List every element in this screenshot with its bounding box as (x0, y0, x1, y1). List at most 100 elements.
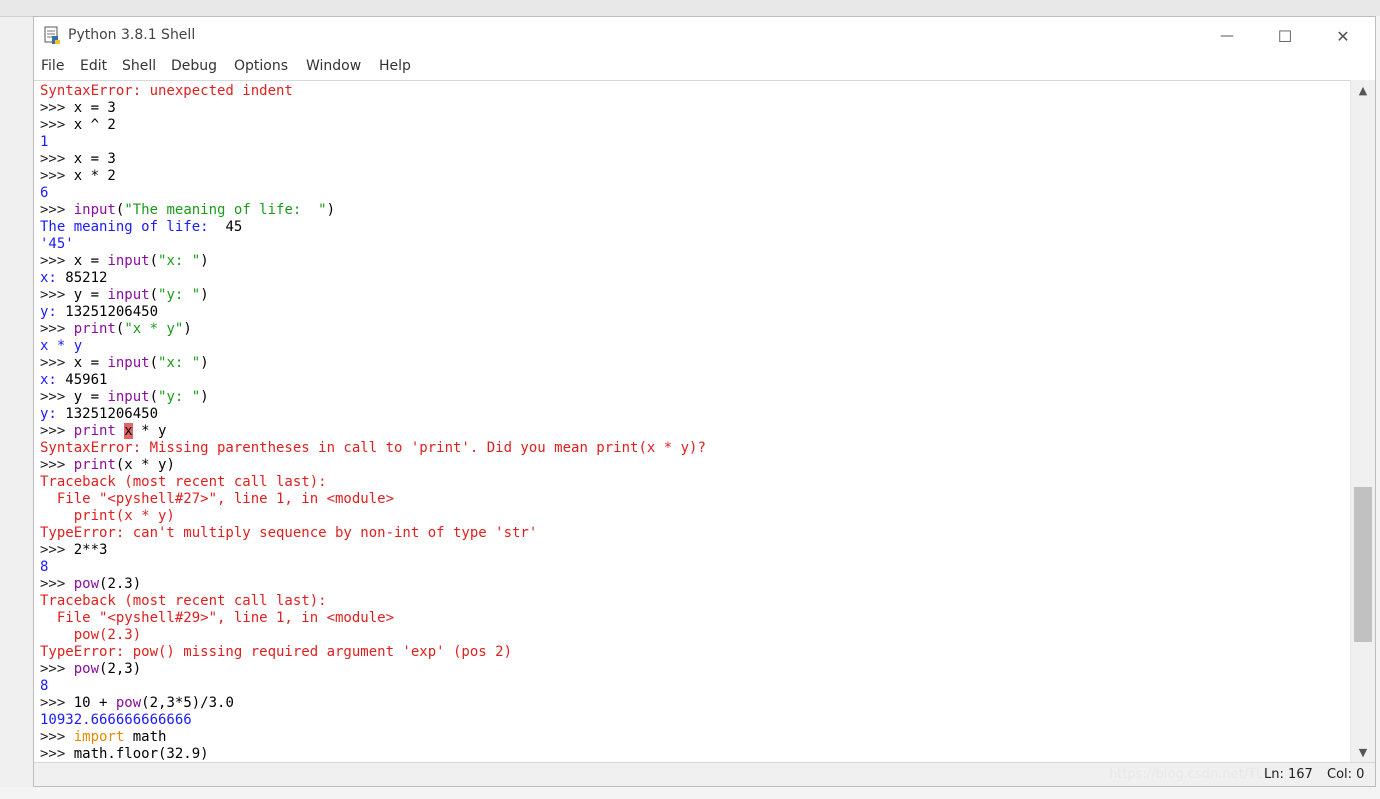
shell-line: 10932.666666666666 (40, 712, 706, 729)
scrollbar-thumb[interactable] (1354, 487, 1372, 642)
menu-debug[interactable]: Debug (171, 58, 217, 74)
shell-text-segment: y = (73, 287, 108, 303)
shell-line: pow(2.3) (40, 627, 706, 644)
shell-prompt: >>> (40, 151, 74, 167)
shell-line: >>> x = 3 (40, 100, 706, 117)
shell-text-area[interactable]: SyntaxError: unexpected indent >>> x = 3 >… (34, 80, 1350, 763)
shell-text-segment: print (73, 423, 125, 439)
shell-text-segment: * y (132, 423, 167, 439)
shell-text-segment: "x * y" (124, 321, 184, 337)
shell-text-segment: 45961 (65, 372, 108, 388)
maximize-button[interactable]: ☐ (1256, 17, 1314, 55)
shell-prompt: >>> (40, 253, 74, 269)
shell-text-segment: The meaning of life: (40, 219, 226, 235)
shell-line: Traceback (most recent call last): (40, 474, 706, 491)
shell-prompt: >>> (40, 729, 74, 745)
shell-line: The meaning of life: 45 (40, 219, 706, 236)
close-button[interactable]: ✕ (1314, 17, 1372, 55)
shell-text-segment: print (73, 321, 116, 337)
menu-shell[interactable]: Shell (122, 58, 156, 74)
shell-line: SyntaxError: unexpected indent (40, 83, 706, 100)
shell-text-segment: ) (200, 253, 209, 269)
menu-options[interactable]: Options (234, 58, 288, 74)
shell-line: >>> print(x * y) (40, 457, 706, 474)
scroll-up-button[interactable]: ▲ (1351, 80, 1375, 100)
shell-text-segment: input (107, 389, 150, 405)
shell-line: >>> input("The meaning of life: ") (40, 202, 706, 219)
shell-text-segment: x * y (40, 338, 83, 354)
shell-text-segment: 8 (40, 559, 49, 575)
menu-edit[interactable]: Edit (80, 58, 107, 74)
shell-line: >>> math.floor(32.9) (40, 746, 706, 763)
shell-text-segment: print (73, 457, 116, 473)
shell-prompt: >>> (40, 457, 74, 473)
shell-text-segment: "y: " (158, 287, 201, 303)
shell-text-segment: input (107, 253, 150, 269)
shell-text-segment: pow(2.3) (40, 627, 142, 643)
shell-line: Traceback (most recent call last): (40, 593, 706, 610)
shell-line: File "<pyshell#27>", line 1, in <module> (40, 491, 706, 508)
window-title: Python 3.8.1 Shell (68, 27, 196, 43)
shell-text-segment: 45 (225, 219, 243, 235)
shell-line: >>> x * 2 (40, 168, 706, 185)
vertical-scrollbar[interactable]: ▲ ▼ (1350, 80, 1375, 762)
shell-text-segment: "x: " (158, 355, 201, 371)
shell-text-segment: 10 + (73, 695, 116, 711)
shell-line: >>> pow(2.3) (40, 576, 706, 593)
shell-line: print(x * y) (40, 508, 706, 525)
shell-text-segment: 8 (40, 678, 49, 694)
shell-text-segment: y = (73, 389, 108, 405)
shell-line: x: 85212 (40, 270, 706, 287)
shell-text-segment: TypeError: can't multiply sequence by no… (40, 525, 538, 541)
shell-line: x: 45961 (40, 372, 706, 389)
shell-text-segment: ) (326, 202, 336, 218)
shell-prompt: >>> (40, 287, 74, 303)
shell-prompt: >>> (40, 542, 74, 558)
menu-window[interactable]: Window (306, 58, 361, 74)
shell-text-segment: ) (200, 389, 209, 405)
shell-text-segment: (x * y) (115, 457, 175, 473)
menu-file[interactable]: File (41, 58, 64, 74)
minimize-button[interactable]: — (1198, 17, 1256, 55)
column-number-indicator: Col: 0 (1327, 767, 1365, 782)
status-bar: https://blog.csdn.net/TLC... Ln: 167 Col… (34, 762, 1375, 786)
shell-line: TypeError: pow() missing required argume… (40, 644, 706, 661)
shell-line: SyntaxError: Missing parentheses in call… (40, 440, 706, 457)
menu-help[interactable]: Help (379, 58, 411, 74)
shell-text-segment: ( (149, 389, 159, 405)
shell-line: >>> x ^ 2 (40, 117, 706, 134)
shell-prompt: >>> (40, 661, 74, 677)
shell-text-segment: x = (73, 253, 108, 269)
text-cursor-highlight: x (124, 423, 133, 439)
chevron-down-icon: ▼ (1358, 745, 1368, 759)
shell-text-segment: y: (40, 406, 66, 422)
close-icon: ✕ (1336, 26, 1350, 46)
shell-line: File "<pyshell#29>", line 1, in <module> (40, 610, 706, 627)
shell-text-segment: ( (149, 253, 159, 269)
shell-text-segment: ) (200, 355, 209, 371)
shell-line: >>> x = input("x: ") (40, 355, 706, 372)
shell-prompt: >>> (40, 355, 74, 371)
shell-line: >>> 2**3 (40, 542, 706, 559)
scroll-down-button[interactable]: ▼ (1351, 742, 1375, 762)
shell-text-segment: "y: " (158, 389, 201, 405)
shell-line: >>> y = input("y: ") (40, 287, 706, 304)
shell-text-segment: import (73, 729, 125, 745)
shell-text-segment: 2**3 (73, 542, 108, 558)
shell-prompt: >>> (40, 423, 74, 439)
shell-text-segment: 13251206450 (65, 406, 159, 422)
shell-line: 8 (40, 678, 706, 695)
shell-text-segment: TypeError: pow() missing required argume… (40, 644, 513, 660)
shell-line: >>> import math (40, 729, 706, 746)
line-number-indicator: Ln: 167 (1264, 767, 1313, 782)
shell-line: 6 (40, 185, 706, 202)
shell-prompt: >>> (40, 389, 74, 405)
shell-text-segment: input (107, 355, 150, 371)
menu-bar: File Edit Shell Debug Options Window Hel… (34, 55, 1375, 79)
shell-text-segment: 13251206450 (65, 304, 159, 320)
title-bar[interactable]: Python 3.8.1 Shell — ☐ ✕ (34, 17, 1375, 55)
shell-text-segment: x = (73, 355, 108, 371)
shell-prompt: >>> (40, 576, 74, 592)
shell-text-segment: (2,3*5)/3.0 (141, 695, 234, 711)
shell-text-segment: 6 (40, 185, 49, 201)
